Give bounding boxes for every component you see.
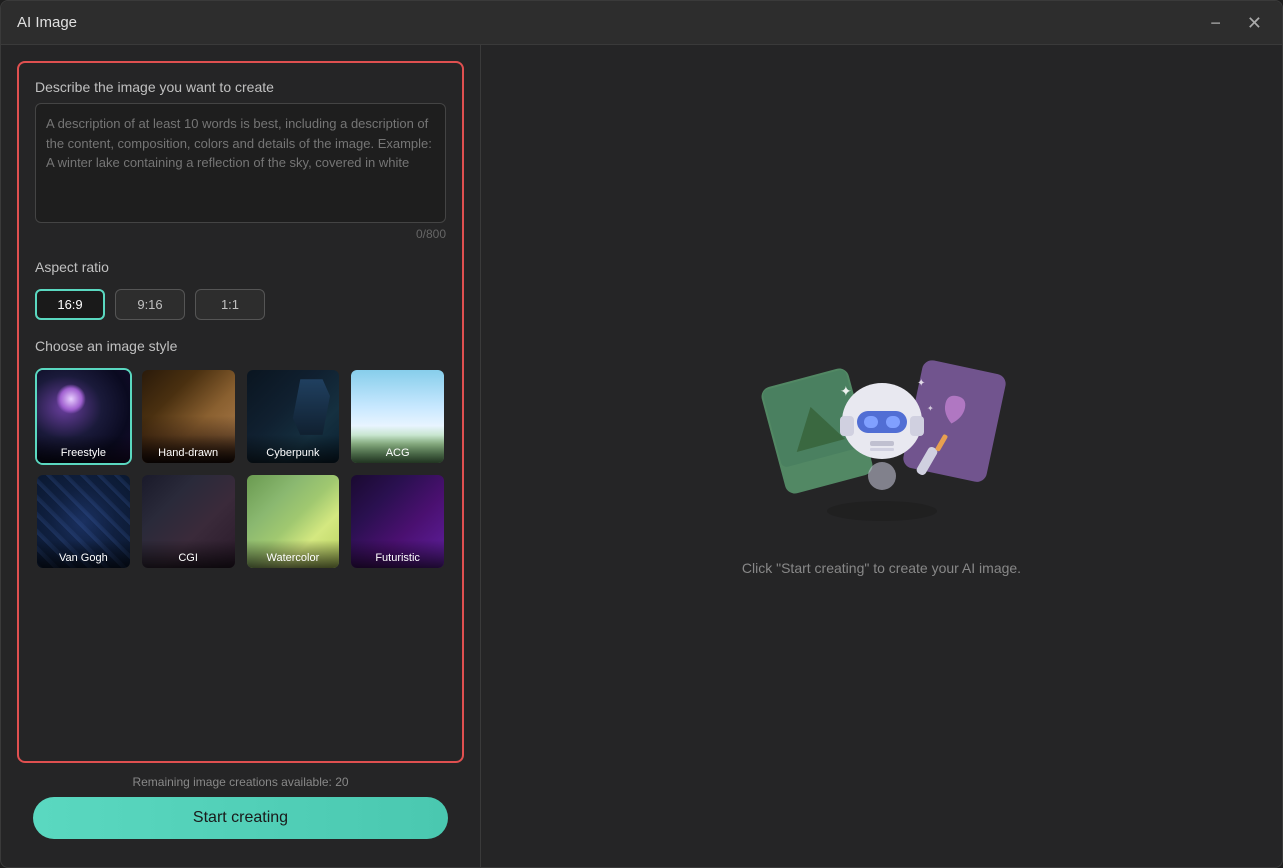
aspect-row: 16:9 9:16 1:1 [35, 289, 446, 320]
style-label-cyberpunk: Cyberpunk [247, 435, 340, 463]
robot-illustration: ✦ ✦ ✦ [752, 336, 1012, 536]
style-label-freestyle: Freestyle [37, 435, 130, 463]
titlebar: AI Image − ✕ [1, 1, 1282, 45]
style-grid: Freestyle Hand-drawn Cyberpunk ACG [35, 368, 446, 570]
titlebar-controls: − ✕ [1206, 12, 1266, 34]
svg-text:✦: ✦ [927, 404, 934, 413]
window-title: AI Image [17, 14, 77, 31]
svg-text:✦: ✦ [917, 378, 925, 389]
style-item-vangogh[interactable]: Van Gogh [35, 473, 132, 570]
style-label-cgi: CGI [142, 540, 235, 568]
style-item-futuristic[interactable]: Futuristic [349, 473, 446, 570]
style-item-handdrawn[interactable]: Hand-drawn [140, 368, 237, 465]
style-label: Choose an image style [35, 338, 446, 354]
style-item-freestyle[interactable]: Freestyle [35, 368, 132, 465]
bottom-bar: Remaining image creations available: 20 … [17, 763, 464, 851]
style-label-acg: ACG [351, 435, 444, 463]
start-creating-button[interactable]: Start creating [33, 797, 448, 839]
char-count: 0/800 [35, 227, 446, 241]
aspect-btn-1-1[interactable]: 1:1 [195, 289, 265, 320]
description-input[interactable] [35, 103, 446, 223]
aspect-label: Aspect ratio [35, 259, 446, 275]
describe-label: Describe the image you want to create [35, 79, 446, 95]
style-item-acg[interactable]: ACG [349, 368, 446, 465]
remaining-text: Remaining image creations available: 20 [33, 775, 448, 789]
aspect-section: Aspect ratio 16:9 9:16 1:1 [35, 259, 446, 320]
style-item-cyberpunk[interactable]: Cyberpunk [245, 368, 342, 465]
style-label-futuristic: Futuristic [351, 540, 444, 568]
style-label-handdrawn: Hand-drawn [142, 435, 235, 463]
style-label-watercolor: Watercolor [247, 540, 340, 568]
style-item-cgi[interactable]: CGI [140, 473, 237, 570]
window: AI Image − ✕ Describe the image you want… [0, 0, 1283, 868]
svg-text:✦: ✦ [840, 383, 852, 399]
empty-hint: Click "Start creating" to create your AI… [742, 560, 1021, 576]
aspect-btn-16-9[interactable]: 16:9 [35, 289, 105, 320]
aspect-btn-9-16[interactable]: 9:16 [115, 289, 185, 320]
close-button[interactable]: ✕ [1243, 12, 1266, 34]
describe-section: Describe the image you want to create 0/… [35, 79, 446, 241]
right-panel: ✦ ✦ ✦ Click "Start creating" to create y… [481, 45, 1282, 867]
style-label-vangogh: Van Gogh [37, 540, 130, 568]
minimize-button[interactable]: − [1206, 12, 1225, 34]
style-section: Choose an image style Freestyle Hand-dra… [35, 338, 446, 570]
left-panel: Describe the image you want to create 0/… [1, 45, 481, 867]
robot-svg: ✦ ✦ ✦ [752, 336, 1012, 536]
main-content: Describe the image you want to create 0/… [1, 45, 1282, 867]
style-item-watercolor[interactable]: Watercolor [245, 473, 342, 570]
left-panel-inner: Describe the image you want to create 0/… [17, 61, 464, 763]
